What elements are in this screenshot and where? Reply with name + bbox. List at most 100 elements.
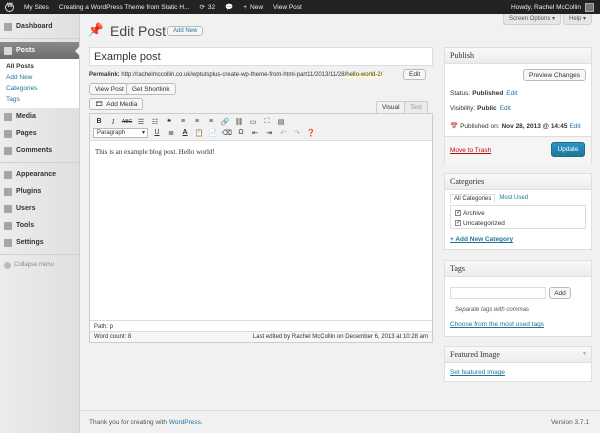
permalink-slug[interactable]: hello-world-2/ — [346, 72, 383, 78]
submenu-add-new[interactable]: Add New — [0, 72, 79, 83]
menu-label: Pages — [16, 130, 37, 137]
toggle-arrow-icon[interactable]: ▼ — [582, 352, 587, 357]
indent-icon[interactable]: ⇥ — [263, 127, 275, 138]
kitchen-sink-icon[interactable]: ▤ — [275, 116, 287, 127]
checkbox[interactable] — [455, 219, 461, 226]
tag-input[interactable] — [450, 287, 546, 299]
edit-date-link[interactable]: Edit — [569, 123, 580, 130]
submenu-all-posts[interactable]: All Posts — [0, 61, 79, 72]
view-post-link[interactable]: View Post — [268, 0, 307, 14]
categories-title: Categories — [450, 177, 485, 186]
settings-icon — [4, 238, 12, 247]
menu-dashboard[interactable]: Dashboard — [0, 18, 79, 35]
undo-icon[interactable]: ↶ — [277, 127, 289, 138]
outdent-icon[interactable]: ⇤ — [249, 127, 261, 138]
submenu-categories[interactable]: Categories — [0, 83, 79, 94]
preview-changes-button[interactable]: Preview Changes — [523, 69, 586, 81]
align-right-icon[interactable]: ≡ — [205, 116, 217, 127]
tab-all-categories[interactable]: All Categories — [450, 194, 496, 203]
tab-most-used[interactable]: Most Used — [495, 194, 532, 203]
tab-visual[interactable]: Visual — [376, 101, 406, 113]
more-tag-icon[interactable]: ▭ — [247, 116, 259, 127]
help-icon[interactable]: ❓ — [305, 127, 317, 138]
justify-icon[interactable]: ≣ — [165, 127, 177, 138]
underline-icon[interactable]: U — [151, 127, 163, 138]
comment-bubble-icon: 💬 — [225, 4, 234, 11]
menu-users[interactable]: Users — [0, 200, 79, 217]
tags-box: Tags Add Separate tags with commas Choos… — [444, 260, 592, 337]
refresh-icon: ⟳ — [199, 4, 205, 11]
menu-plugins[interactable]: Plugins — [0, 183, 79, 200]
add-new-category-link[interactable]: + Add New Category — [450, 236, 513, 243]
wordpress-link[interactable]: WordPress — [169, 419, 201, 426]
menu-tools[interactable]: Tools — [0, 217, 79, 234]
menu-media[interactable]: Media — [0, 108, 79, 125]
unlink-icon[interactable]: ⛓ — [233, 116, 245, 127]
choose-tags-link[interactable]: Choose from the most used tags — [450, 321, 544, 328]
visibility-value: Public — [477, 105, 497, 112]
redo-icon[interactable]: ↷ — [291, 127, 303, 138]
bullet-list-icon[interactable]: ☰ — [135, 116, 147, 127]
align-left-icon[interactable]: ≡ — [177, 116, 189, 127]
new-content-menu[interactable]: + New — [238, 0, 268, 14]
last-edited: Last edited by Rachel McCollin on Decemb… — [252, 334, 428, 340]
footer-version: Version 3.7.1 — [551, 419, 589, 426]
account-menu[interactable]: Howdy, Rachel McCollin — [511, 2, 600, 12]
tags-box-header[interactable]: Tags — [445, 261, 591, 277]
site-name-menu[interactable]: Creating a WordPress Theme from Static H… — [54, 0, 195, 14]
dashboard-icon — [4, 22, 12, 31]
italic-icon[interactable]: I — [107, 116, 119, 127]
fullscreen-icon[interactable]: ⛶ — [261, 116, 273, 127]
help-tab[interactable]: Help ▾ — [563, 14, 593, 25]
screen-options-tab[interactable]: Screen Options ▾ — [503, 14, 562, 25]
wordpress-logo-button[interactable] — [0, 0, 19, 14]
update-button[interactable]: Update — [551, 142, 585, 157]
get-shortlink-button[interactable]: Get Shortlink — [126, 83, 176, 95]
editor-content[interactable]: This is an example blog post. Hello worl… — [90, 141, 432, 311]
edit-status-link[interactable]: Edit — [506, 90, 517, 97]
edit-permalink-button[interactable]: Edit — [403, 69, 427, 80]
checkbox[interactable] — [455, 209, 461, 216]
my-sites-menu[interactable]: My Sites — [19, 0, 54, 14]
menu-pages[interactable]: Pages — [0, 125, 79, 142]
menu-settings[interactable]: Settings — [0, 234, 79, 251]
set-featured-image-link[interactable]: Set featured image — [450, 369, 505, 376]
submenu-tags[interactable]: Tags — [0, 94, 79, 105]
menu-comments[interactable]: Comments — [0, 142, 79, 159]
text-color-icon[interactable]: A — [179, 127, 191, 138]
numbered-list-icon[interactable]: ☷ — [149, 116, 161, 127]
featured-image-box-header[interactable]: Featured Image ▼ — [445, 347, 591, 363]
status-row: Status: Published Edit — [450, 90, 518, 97]
strikethrough-icon[interactable]: ABC — [121, 116, 133, 127]
format-select[interactable]: Paragraph ▾ — [93, 127, 148, 138]
move-to-trash-link[interactable]: Move to Trash — [450, 147, 491, 154]
edit-visibility-link[interactable]: Edit — [500, 105, 511, 112]
collapse-menu-button[interactable]: Collapse menu — [0, 258, 79, 272]
category-item[interactable]: Archive — [455, 208, 581, 218]
add-tag-button[interactable]: Add — [549, 287, 571, 299]
bold-icon[interactable]: B — [93, 116, 105, 127]
publish-box-header[interactable]: Publish — [445, 48, 591, 64]
publish-box: Publish Preview Changes Status: Published… — [444, 47, 592, 165]
remove-format-icon[interactable]: ⌫ — [221, 127, 233, 138]
updates-menu[interactable]: ⟳ 32 — [194, 0, 220, 14]
comments-menu[interactable]: 💬 — [220, 0, 238, 14]
categories-box: Categories All Categories Most Used Arch… — [444, 173, 592, 250]
categories-box-header[interactable]: Categories — [445, 174, 591, 190]
align-center-icon[interactable]: ≡ — [191, 116, 203, 127]
menu-appearance[interactable]: Appearance — [0, 166, 79, 183]
view-post-button[interactable]: View Post — [89, 83, 130, 95]
paste-word-icon[interactable]: 📄 — [207, 127, 219, 138]
blockquote-icon[interactable]: ❝ — [163, 116, 175, 127]
add-new-post-button[interactable]: Add New — [167, 26, 204, 36]
add-media-button[interactable]: 🎞 Add Media — [89, 98, 144, 110]
footer-divider — [80, 410, 600, 411]
paste-text-icon[interactable]: 📋 — [193, 127, 205, 138]
category-item[interactable]: Uncategorized — [455, 218, 581, 228]
menu-posts[interactable]: Posts — [0, 42, 80, 59]
editor-toolbar: B I ABC ☰ ☷ ❝ ≡ ≡ ≡ 🔗 ⛓ ▭ ⛶ ▤ Paragraph ▾… — [90, 114, 432, 141]
link-icon[interactable]: 🔗 — [219, 116, 231, 127]
tab-text[interactable]: Text — [404, 101, 428, 113]
post-title-input[interactable]: Example post — [89, 47, 433, 66]
special-character-icon[interactable]: Ω — [235, 127, 247, 138]
